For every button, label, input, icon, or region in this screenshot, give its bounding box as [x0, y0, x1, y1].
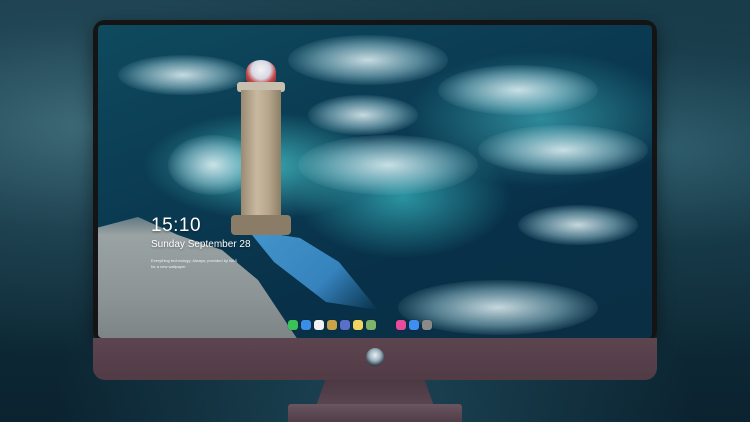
- monitor-stand-neck: [316, 380, 434, 406]
- background: 15:10 Sunday September 28 Everything tec…: [0, 0, 750, 422]
- photos-icon[interactable]: [366, 320, 376, 330]
- lighthouse-lamp: [246, 60, 276, 84]
- monitor-screen: 15:10 Sunday September 28 Everything tec…: [98, 25, 652, 338]
- music-icon[interactable]: [396, 320, 406, 330]
- brand-logo-icon: [366, 348, 384, 366]
- imovie-icon[interactable]: [340, 320, 350, 330]
- wave-foam: [308, 95, 418, 135]
- lighthouse-tower: [241, 90, 281, 220]
- lighthouse-base: [231, 215, 291, 235]
- clock-icon[interactable]: [314, 320, 324, 330]
- lock-screen-note: Everything technology; Always; provided …: [151, 258, 238, 263]
- wave-foam: [298, 135, 478, 195]
- wave-foam: [518, 205, 638, 245]
- lighthouse: [231, 60, 291, 235]
- dock: [288, 318, 466, 332]
- preview-icon[interactable]: [327, 320, 337, 330]
- wave-foam: [438, 65, 598, 115]
- messages-icon[interactable]: [288, 320, 298, 330]
- lock-screen-note: for a new wallpaper: [151, 264, 186, 269]
- wave-foam: [118, 55, 248, 95]
- monitor-stand-base: [288, 404, 462, 422]
- lock-screen-time: 15:10: [151, 215, 202, 236]
- camera-icon[interactable]: [422, 320, 432, 330]
- lock-screen-date: Sunday September 28: [151, 239, 251, 250]
- wave-foam: [478, 125, 648, 175]
- wave-foam: [288, 35, 448, 85]
- finder-icon[interactable]: [301, 320, 311, 330]
- app-store-icon[interactable]: [409, 320, 419, 330]
- notes-icon[interactable]: [353, 320, 363, 330]
